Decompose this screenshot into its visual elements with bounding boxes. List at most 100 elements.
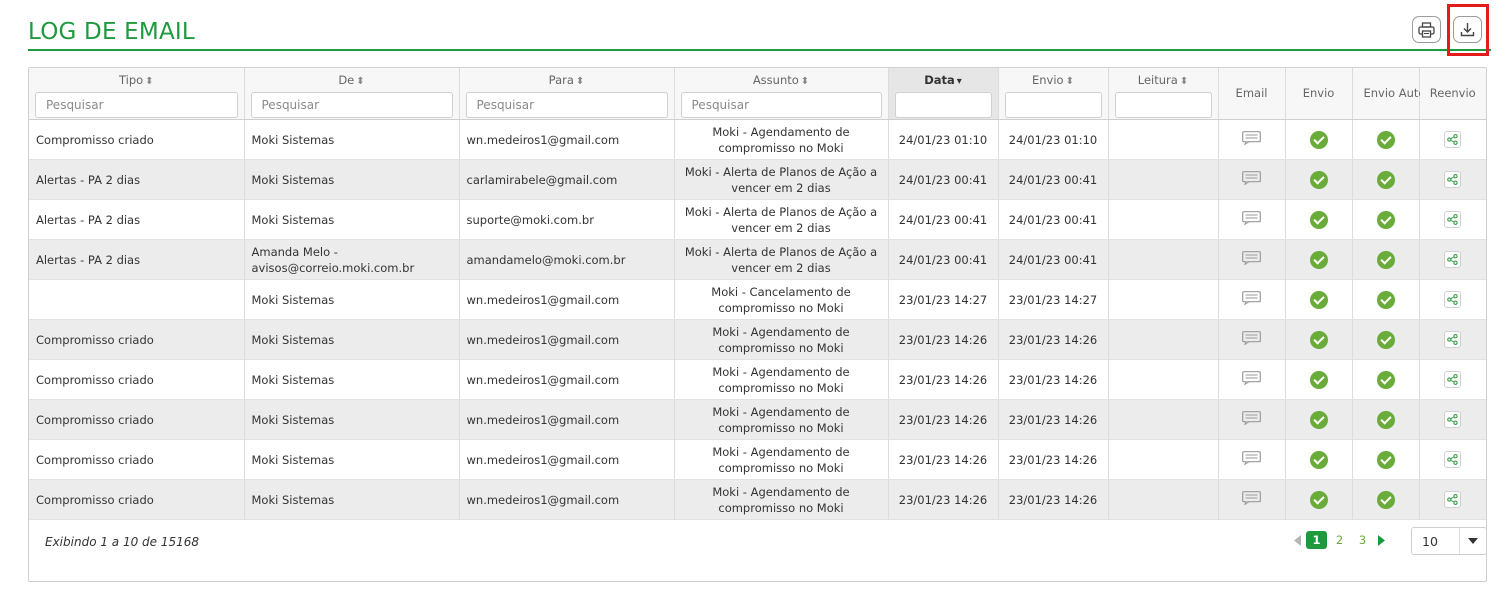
resend-button[interactable] xyxy=(1444,371,1462,388)
filter-assunto-input[interactable] xyxy=(680,92,882,118)
cell-assunto: Moki - Agendamento de compromisso no Mok… xyxy=(674,439,889,480)
table-row[interactable]: Compromisso criado Moki Sistemas wn.medeir… xyxy=(29,399,1486,440)
cell-email xyxy=(1218,319,1286,360)
column-header-envio[interactable]: Envio ⬍ xyxy=(998,68,1109,120)
table-row[interactable]: Compromisso criado Moki Sistemas wn.medeir… xyxy=(29,359,1486,400)
check-circle-icon xyxy=(1376,250,1395,269)
cell-assunto: Moki - Agendamento de compromisso no Mok… xyxy=(674,119,889,160)
cell-data: 23/01/23 14:26 xyxy=(888,439,999,480)
share-icon xyxy=(1447,454,1458,465)
column-header-de[interactable]: De ⬍ xyxy=(244,68,460,120)
message-icon[interactable] xyxy=(1242,290,1261,309)
filter-envio-input[interactable] xyxy=(1004,92,1102,118)
message-icon[interactable] xyxy=(1242,450,1261,469)
cell-envio-status xyxy=(1285,359,1353,400)
message-icon[interactable] xyxy=(1242,210,1261,229)
filter-data-input[interactable] xyxy=(894,92,992,118)
check-circle-icon xyxy=(1309,210,1328,229)
check-circle-icon xyxy=(1376,290,1395,309)
cell-para: wn.medeiros1@gmail.com xyxy=(459,279,675,320)
message-icon[interactable] xyxy=(1242,410,1261,429)
message-icon[interactable] xyxy=(1242,250,1261,269)
cell-leitura xyxy=(1108,399,1219,440)
share-icon xyxy=(1447,414,1458,425)
cell-para: amandamelo@moki.com.br xyxy=(459,239,675,280)
message-icon[interactable] xyxy=(1242,330,1261,349)
resend-button[interactable] xyxy=(1444,251,1462,268)
message-icon[interactable] xyxy=(1242,130,1261,149)
column-header-leitura[interactable]: Leitura ⬍ xyxy=(1108,68,1219,120)
check-circle-icon xyxy=(1309,450,1328,469)
cell-leitura xyxy=(1108,319,1219,360)
cell-envio-autom xyxy=(1352,399,1420,440)
page-button-2[interactable]: 2 xyxy=(1329,531,1350,549)
share-icon xyxy=(1447,214,1458,225)
table-row[interactable]: Compromisso criado Moki Sistemas wn.medeir… xyxy=(29,319,1486,360)
cell-tipo: Alertas - PA 2 dias xyxy=(29,159,245,200)
page-button-3[interactable]: 3 xyxy=(1352,531,1373,549)
cell-envio-autom xyxy=(1352,439,1420,480)
filter-para-input[interactable] xyxy=(465,92,668,118)
page-size-select[interactable]: 10 xyxy=(1411,527,1487,555)
table-body: Compromisso criado Moki Sistemas wn.medeir… xyxy=(29,119,1486,520)
download-icon xyxy=(1460,23,1475,37)
cell-de: Moki Sistemas xyxy=(244,359,460,400)
print-button[interactable] xyxy=(1412,16,1441,43)
share-icon xyxy=(1447,254,1458,265)
cell-envio-autom xyxy=(1352,479,1420,520)
sort-icon: ⬍ xyxy=(356,76,365,87)
table-row[interactable]: Alertas - PA 2 dias Moki Sistemas carlamir… xyxy=(29,159,1486,200)
resend-button[interactable] xyxy=(1444,491,1462,508)
resend-button[interactable] xyxy=(1444,331,1462,348)
column-label: Data xyxy=(924,73,955,87)
email-log-table: Tipo⬍ De⬍ Para⬍ Assunto⬍ Data▾ xyxy=(29,68,1486,520)
prev-page-button[interactable] xyxy=(1291,531,1305,549)
pagination-info: Exibindo 1 a 10 de 15168 xyxy=(45,535,200,549)
resend-button[interactable] xyxy=(1444,131,1462,148)
column-header-data[interactable]: Data ▾ xyxy=(888,68,999,120)
column-header-envio-status: Envio xyxy=(1285,68,1353,120)
cell-envio-status xyxy=(1285,119,1353,160)
cell-envio: 24/01/23 00:41 xyxy=(998,239,1109,280)
resend-button[interactable] xyxy=(1444,171,1462,188)
table-row[interactable]: Compromisso criado Moki Sistemas wn.medeir… xyxy=(29,439,1486,480)
message-icon[interactable] xyxy=(1242,370,1261,389)
cell-reenvio xyxy=(1419,159,1486,200)
cell-leitura xyxy=(1108,439,1219,480)
check-circle-icon xyxy=(1309,170,1328,189)
page-button-1[interactable]: 1 xyxy=(1306,531,1327,549)
table-row[interactable]: Compromisso criado Moki Sistemas wn.medeir… xyxy=(29,479,1486,520)
cell-envio-status xyxy=(1285,159,1353,200)
cell-leitura xyxy=(1108,239,1219,280)
column-header-para[interactable]: Para ⬍ xyxy=(459,68,675,120)
cell-envio: 23/01/23 14:26 xyxy=(998,479,1109,520)
next-page-button[interactable] xyxy=(1374,531,1388,549)
column-label: Envio Autom. xyxy=(1363,86,1441,100)
message-icon[interactable] xyxy=(1242,490,1261,509)
column-label: Envio xyxy=(1032,73,1064,87)
cell-de: Moki Sistemas xyxy=(244,479,460,520)
cell-assunto: Moki - Agendamento de compromisso no Mok… xyxy=(674,359,889,400)
table-row[interactable]: Compromisso criado Moki Sistemas wn.medeir… xyxy=(29,119,1486,160)
cell-de: Moki Sistemas xyxy=(244,119,460,160)
resend-button[interactable] xyxy=(1444,451,1462,468)
message-icon[interactable] xyxy=(1242,170,1261,189)
resend-button[interactable] xyxy=(1444,291,1462,308)
table-row[interactable]: Alertas - PA 2 dias Amanda Melo - avisos@… xyxy=(29,239,1486,280)
filter-leitura-input[interactable] xyxy=(1114,92,1212,118)
cell-email xyxy=(1218,239,1286,280)
filter-de-input[interactable] xyxy=(250,92,453,118)
column-header-assunto[interactable]: Assunto ⬍ xyxy=(674,68,889,120)
resend-button[interactable] xyxy=(1444,411,1462,428)
cell-email xyxy=(1218,399,1286,440)
cell-assunto: Moki - Alerta de Planos de Ação a vencer… xyxy=(674,159,889,200)
filter-tipo-input[interactable] xyxy=(35,92,238,118)
resend-button[interactable] xyxy=(1444,211,1462,228)
table-row[interactable]: Moki Sistemas wn.medeiros1@gmail.com Moki … xyxy=(29,279,1486,320)
download-button[interactable] xyxy=(1453,16,1482,43)
cell-envio-autom xyxy=(1352,279,1420,320)
cell-envio: 23/01/23 14:27 xyxy=(998,279,1109,320)
column-header-tipo[interactable]: Tipo ⬍ xyxy=(29,68,245,120)
cell-reenvio xyxy=(1419,319,1486,360)
table-row[interactable]: Alertas - PA 2 dias Moki Sistemas suporte@… xyxy=(29,199,1486,240)
